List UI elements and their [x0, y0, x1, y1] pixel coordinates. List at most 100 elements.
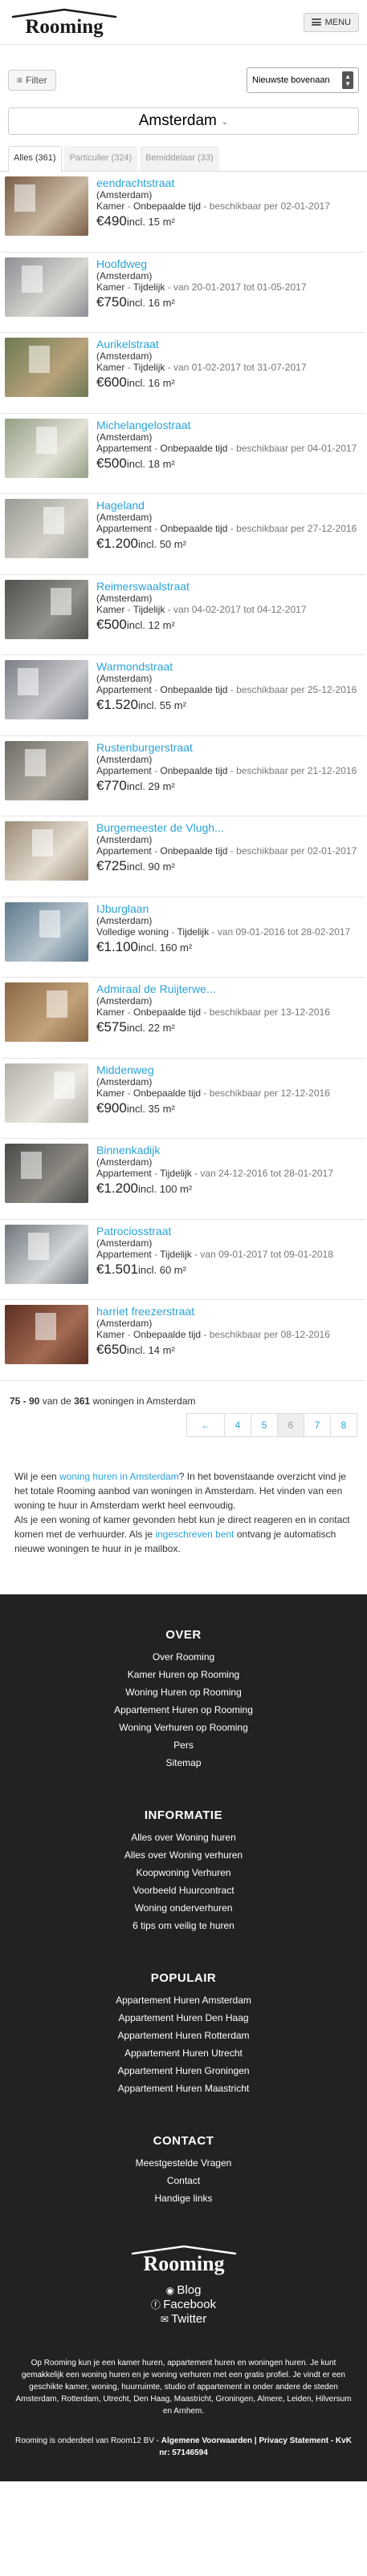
results-count: 75 - 90 van de 361 woningen in Amsterdam — [0, 1381, 367, 1413]
footer-link[interactable]: Contact — [0, 2172, 367, 2189]
footer-link[interactable]: Appartement Huren Amsterdam — [0, 1991, 367, 2009]
separator: - — [191, 1248, 201, 1260]
city-selector[interactable]: Amsterdam ⌄ — [8, 107, 359, 135]
listing-term: Onbepaalde tijd — [160, 523, 228, 534]
sort-select[interactable]: Nieuwste bovenaan ▲ ▼ — [247, 67, 359, 93]
listing-photo[interactable] — [5, 660, 88, 719]
listing-photo[interactable] — [5, 740, 88, 800]
listing-street-link[interactable]: eendrachtstraat — [96, 176, 362, 189]
listing-photo[interactable] — [5, 338, 88, 397]
listing-photo[interactable] — [5, 1224, 88, 1284]
footer-link[interactable]: Kamer Huren op Rooming — [0, 1666, 367, 1683]
listing-item[interactable]: Admiraal de Ruijterwe... (Amsterdam) Kamer… — [2, 978, 365, 1059]
pager-prev-button[interactable]: ← — [186, 1412, 225, 1437]
social-link[interactable]: ⓕ Facebook — [0, 2298, 367, 2312]
footer-link[interactable]: Pers — [0, 1736, 367, 1754]
listing-meta: Appartement - Tijdelijk - van 09-01-2017… — [96, 1249, 362, 1260]
listing-street-link[interactable]: Patrociosstraat — [96, 1225, 362, 1237]
social-link[interactable]: ✉ Twitter — [0, 2312, 367, 2327]
pager-page-button[interactable]: 4 — [224, 1412, 251, 1437]
listing-photo[interactable] — [5, 176, 88, 236]
listing-item[interactable]: Hageland (Amsterdam) Appartement - Onbepaa… — [2, 494, 365, 575]
footer-link[interactable]: Woning onderverhuren — [0, 1899, 367, 1917]
footer-link[interactable]: Appartement Huren Maastricht — [0, 2080, 367, 2097]
tab-particulier[interactable]: Particulier (324) — [63, 146, 138, 171]
footer-logo[interactable]: Rooming — [0, 2244, 367, 2278]
listing-street-link[interactable]: IJburglaan — [96, 902, 362, 915]
footer-link[interactable]: Handige links — [0, 2189, 367, 2207]
listing-item[interactable]: Michelangelostraat (Amsterdam) Appartement… — [2, 414, 365, 494]
footer-link[interactable]: Alles over Woning huren — [0, 1829, 367, 1846]
listing-street-link[interactable]: Burgemeester de Vlugh... — [96, 821, 362, 834]
footer-link[interactable]: Appartement Huren Groningen — [0, 2062, 367, 2080]
listing-street-link[interactable]: Rustenburgerstraat — [96, 741, 362, 754]
menu-button[interactable]: MENU — [303, 12, 359, 32]
pager-page-button[interactable]: 6 — [277, 1412, 304, 1437]
logo-text: Rooming — [25, 16, 104, 38]
footer-link[interactable]: Voorbeeld Huurcontract — [0, 1881, 367, 1899]
results-total: 361 — [74, 1395, 91, 1407]
footer-link[interactable]: Koopwoning Verhuren — [0, 1864, 367, 1881]
listing-street-link[interactable]: Hageland — [96, 499, 362, 512]
pager-page-button[interactable]: 7 — [304, 1412, 331, 1437]
rooming-logo[interactable]: Rooming — [8, 7, 120, 38]
listing-photo[interactable] — [5, 982, 88, 1042]
social-link[interactable]: ◉ Blog — [0, 2283, 367, 2298]
listing-item[interactable]: Reimerswaalstraat (Amsterdam) Kamer - Tijd… — [2, 575, 365, 655]
listing-meta: Appartement - Tijdelijk - van 24-12-2016… — [96, 1168, 362, 1179]
listing-photo[interactable] — [5, 499, 88, 558]
listing-item[interactable]: IJburglaan (Amsterdam) Volledige woning - … — [2, 897, 365, 978]
separator: - — [124, 200, 134, 212]
tab-bemiddelaar[interactable]: Bemiddelaar (33) — [140, 146, 219, 171]
footer-link[interactable]: 6 tips om veilig te huren — [0, 1917, 367, 1934]
listing-street-link[interactable]: Michelangelostraat — [96, 419, 362, 431]
listing-photo[interactable] — [5, 821, 88, 881]
listing-street-link[interactable]: Warmondstraat — [96, 660, 362, 673]
listing-price: €725 — [96, 858, 127, 873]
listing-item[interactable]: harriet freezerstraat (Amsterdam) Kamer - … — [2, 1300, 365, 1381]
listing-street-link[interactable]: Hoofdweg — [96, 257, 362, 270]
footer-link[interactable]: Appartement Huren Den Haag — [0, 2009, 367, 2027]
woning-huren-link[interactable]: woning huren in Amsterdam — [59, 1471, 179, 1482]
listing-street-link[interactable]: Aurikelstraat — [96, 338, 362, 350]
footer-link[interactable]: Over Rooming — [0, 1648, 367, 1666]
tab-alles[interactable]: Alles (361) — [8, 146, 62, 172]
ingeschreven-link[interactable]: ingeschreven bent — [155, 1529, 234, 1540]
listing-street-link[interactable]: Reimerswaalstraat — [96, 580, 362, 593]
pager-page-button[interactable]: 5 — [251, 1412, 278, 1437]
footer-link[interactable]: Sitemap — [0, 1754, 367, 1772]
footer-link[interactable]: Meestgestelde Vragen — [0, 2154, 367, 2172]
listing-photo[interactable] — [5, 1063, 88, 1123]
listing-photo[interactable] — [5, 257, 88, 317]
listing-photo[interactable] — [5, 901, 88, 962]
listing-photo[interactable] — [5, 579, 88, 639]
listing-item[interactable]: Aurikelstraat (Amsterdam) Kamer - Tijdelij… — [2, 333, 365, 414]
footer-link[interactable]: Appartement Huren Utrecht — [0, 2044, 367, 2062]
listing-item[interactable]: Patrociosstraat (Amsterdam) Appartement - … — [2, 1220, 365, 1300]
listing-price-line: €600incl. 16 m² — [96, 375, 362, 389]
separator: - — [124, 1087, 134, 1099]
listing-street-link[interactable]: Binnenkadijk — [96, 1144, 362, 1156]
listing-photo[interactable] — [5, 418, 88, 478]
listing-item[interactable]: Hoofdweg (Amsterdam) Kamer - Tijdelijk - v… — [2, 253, 365, 333]
filter-button[interactable]: ≡ Filter — [8, 70, 56, 91]
listing-street-link[interactable]: harriet freezerstraat — [96, 1305, 362, 1318]
listing-photo[interactable] — [5, 1144, 88, 1203]
footer-link[interactable]: Appartement Huren Rotterdam — [0, 2027, 367, 2044]
listing-item[interactable]: Burgemeester de Vlugh... (Amsterdam) Appar… — [2, 816, 365, 897]
pager-page-button[interactable]: 8 — [330, 1412, 357, 1437]
legal-links[interactable]: Algemene Voorwaarden | Privacy Statement — [161, 2436, 328, 2445]
listing-photo[interactable] — [5, 1305, 88, 1364]
footer-link[interactable]: Alles over Woning verhuren — [0, 1846, 367, 1864]
footer-link[interactable]: Woning Verhuren op Rooming — [0, 1719, 367, 1736]
listing-item[interactable]: Binnenkadijk (Amsterdam) Appartement - Tij… — [2, 1139, 365, 1220]
listing-info: Middenweg (Amsterdam) Kamer - Onbepaalde t… — [88, 1063, 362, 1134]
listing-item[interactable]: eendrachtstraat (Amsterdam) Kamer - Onbepa… — [2, 172, 365, 253]
listing-street-link[interactable]: Admiraal de Ruijterwe... — [96, 982, 362, 995]
footer-link[interactable]: Appartement Huren op Rooming — [0, 1701, 367, 1719]
listing-item[interactable]: Rustenburgerstraat (Amsterdam) Appartement… — [2, 736, 365, 816]
footer-link[interactable]: Woning Huren op Rooming — [0, 1683, 367, 1701]
listing-street-link[interactable]: Middenweg — [96, 1063, 362, 1076]
listing-item[interactable]: Middenweg (Amsterdam) Kamer - Onbepaalde t… — [2, 1059, 365, 1139]
listing-item[interactable]: Warmondstraat (Amsterdam) Appartement - On… — [2, 655, 365, 736]
